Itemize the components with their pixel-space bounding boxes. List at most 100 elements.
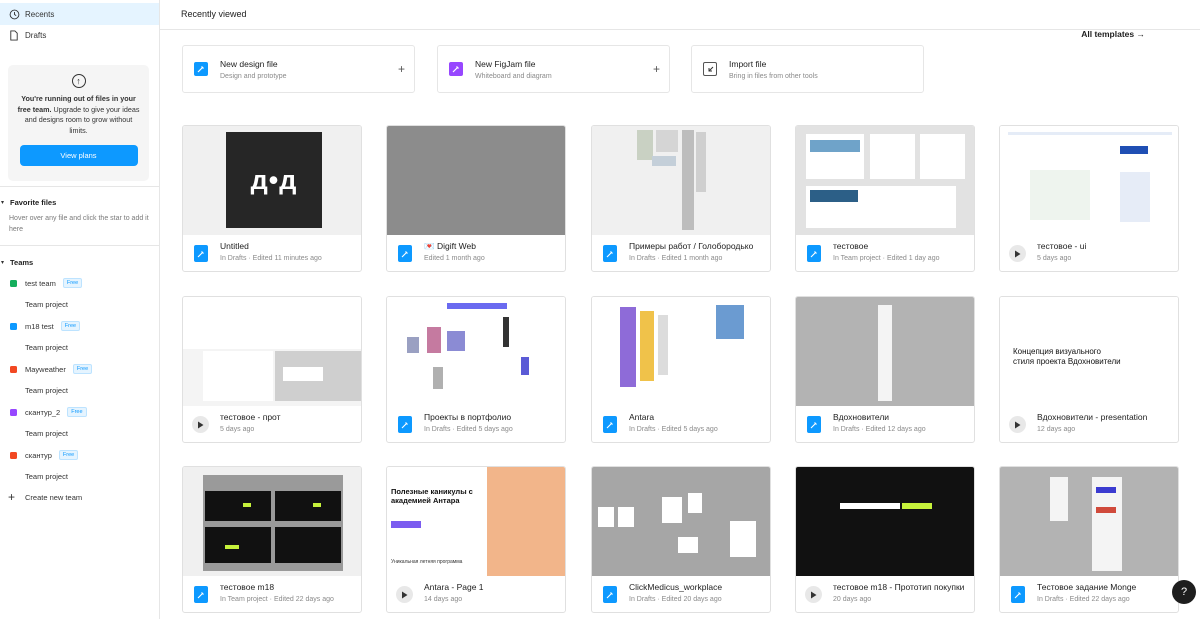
file-meta: тестовое - прот 5 days ago <box>183 406 361 442</box>
play-icon <box>1009 416 1026 433</box>
file-subtitle: In Drafts · Edited 11 minutes ago <box>220 255 322 262</box>
file-thumbnail <box>796 297 974 406</box>
thumb-block <box>1050 477 1068 521</box>
file-subtitle: In Team project · Edited 22 days ago <box>220 596 334 603</box>
file-card[interactable]: Полезные каникулы с академией Антара Уни… <box>386 466 566 613</box>
team-project-link[interactable]: Team project <box>25 472 68 481</box>
file-name: Untitled <box>220 241 249 251</box>
team-project-link[interactable]: Team project <box>25 429 68 438</box>
help-button[interactable]: ? <box>1172 580 1196 604</box>
import-file-card[interactable]: Import file Bring in files from other to… <box>691 45 924 93</box>
thumb-block <box>1096 507 1116 513</box>
file-subtitle: 12 days ago <box>1037 426 1076 433</box>
file-card[interactable]: Концепция визуального стиля проекта Вдох… <box>999 296 1179 443</box>
file-card[interactable]: тестовое m18 In Team project · Edited 22… <box>182 466 362 613</box>
file-meta: тестовое m18 In Team project · Edited 22… <box>183 576 361 612</box>
file-name: Проекты в портфолио <box>424 412 512 422</box>
file-thumbnail <box>387 297 565 406</box>
thumb-block <box>902 503 932 509</box>
nav-recents-label: Recents <box>25 9 55 19</box>
thumb-block <box>682 130 694 230</box>
card-title: Import file <box>729 58 767 69</box>
team-item[interactable]: скантур Free <box>0 446 159 464</box>
file-subtitle: In Drafts · Edited 22 days ago <box>1037 596 1130 603</box>
file-name: ClickMedicus_workplace <box>629 582 723 592</box>
file-thumbnail <box>1000 126 1178 235</box>
nav-recents[interactable]: Recents <box>0 3 159 25</box>
all-templates-link[interactable]: All templates → <box>1081 29 1145 39</box>
thumb-block <box>688 493 702 513</box>
team-project-link[interactable]: Team project <box>25 343 68 352</box>
design-file-icon <box>398 416 412 433</box>
file-card[interactable]: ClickMedicus_workplace In Drafts · Edite… <box>591 466 771 613</box>
team-color-icon <box>10 451 17 459</box>
file-card[interactable]: д•д Untitled In Drafts · Edited 11 minut… <box>182 125 362 272</box>
file-thumbnail <box>592 126 770 235</box>
file-meta: Примеры работ / Голобородько In Drafts ·… <box>592 235 770 271</box>
file-subtitle: 20 days ago <box>833 596 872 603</box>
file-card[interactable]: тестовое - ui 5 days ago <box>999 125 1179 272</box>
sidebar-divider <box>0 245 159 246</box>
file-meta: Вдохновители - presentation 12 days ago <box>1000 406 1178 442</box>
file-subtitle: In Drafts · Edited 5 days ago <box>629 426 718 433</box>
thumb-block <box>203 351 273 401</box>
teams-header[interactable]: ▾ Teams <box>0 258 33 267</box>
file-card[interactable]: тестовое - прот 5 days ago <box>182 296 362 443</box>
team-project-link[interactable]: Team project <box>25 386 68 395</box>
thumb-block <box>870 134 915 179</box>
plus-icon: + <box>652 62 660 76</box>
team-item[interactable]: test team Free <box>0 274 159 292</box>
card-subtitle: Bring in files from other tools <box>729 72 818 80</box>
thumb-block <box>1120 172 1150 222</box>
main-content: Recently viewed All templates → New desi… <box>160 0 1200 619</box>
team-project-link[interactable]: Team project <box>25 300 68 309</box>
favorites-heading: Favorite files <box>10 198 57 207</box>
view-plans-button[interactable]: View plans <box>19 145 138 166</box>
page-title: Recently viewed <box>181 9 247 19</box>
teams-heading: Teams <box>10 258 34 267</box>
team-item[interactable]: скантур_2 Free <box>0 403 159 421</box>
file-meta: тестовое In Team project · Edited 1 day … <box>796 235 974 271</box>
figjam-icon <box>449 62 463 76</box>
file-subtitle: In Drafts · Edited 1 month ago <box>629 255 723 262</box>
file-card[interactable]: тестовое In Team project · Edited 1 day … <box>795 125 975 272</box>
team-name: скантур_2 <box>25 407 61 417</box>
file-thumbnail <box>796 126 974 235</box>
team-name: m18 test <box>25 321 54 331</box>
file-meta: Antara In Drafts · Edited 5 days ago <box>592 406 770 442</box>
thumb-block <box>810 190 858 202</box>
team-item[interactable]: Mayweather Free <box>0 360 159 378</box>
file-card[interactable]: Примеры работ / Голобородько In Drafts ·… <box>591 125 771 272</box>
create-team-button[interactable]: + Create new team <box>8 491 82 503</box>
card-title: New FigJam file <box>475 58 536 69</box>
file-thumbnail <box>796 467 974 576</box>
antara-subheadline: Уникальная летняя программа <box>391 559 463 565</box>
file-card[interactable]: 💌 Digift Web Edited 1 month ago <box>386 125 566 272</box>
presentation-title: Концепция визуального стиля проекта Вдох… <box>1013 347 1121 366</box>
header-divider <box>160 29 1200 30</box>
caret-down-icon: ▾ <box>1 200 5 206</box>
file-thumbnail <box>592 467 770 576</box>
new-figjam-file-card[interactable]: New FigJam file Whiteboard and diagram + <box>437 45 670 93</box>
file-name: тестовое - ui <box>1037 241 1087 251</box>
nav-drafts[interactable]: Drafts <box>0 24 159 46</box>
team-item[interactable]: m18 test Free <box>0 317 159 335</box>
plus-icon: + <box>397 62 405 76</box>
design-file-icon <box>807 245 821 262</box>
file-card[interactable]: тестовое m18 - Прототип покупки 20 days … <box>795 466 975 613</box>
favorites-header[interactable]: ▾ Favorite files <box>0 198 56 207</box>
team-color-icon <box>10 365 17 373</box>
new-design-file-card[interactable]: New design file Design and prototype + <box>182 45 415 93</box>
file-card[interactable]: Тестовое задание Monge In Drafts · Edite… <box>999 466 1179 613</box>
card-title: New design file <box>220 58 278 69</box>
file-card[interactable]: Вдохновители In Drafts · Edited 12 days … <box>795 296 975 443</box>
team-color-icon <box>10 408 17 416</box>
file-card[interactable]: Antara In Drafts · Edited 5 days ago <box>591 296 771 443</box>
file-subtitle: In Drafts · Edited 12 days ago <box>833 426 926 433</box>
card-subtitle: Whiteboard and diagram <box>475 72 552 80</box>
thumb-block <box>652 156 676 166</box>
thumb-block <box>427 327 441 353</box>
file-card[interactable]: Проекты в портфолио In Drafts · Edited 5… <box>386 296 566 443</box>
app: Recents Drafts ↑ You're running out of f… <box>0 0 1200 619</box>
thumb-block <box>283 367 323 381</box>
